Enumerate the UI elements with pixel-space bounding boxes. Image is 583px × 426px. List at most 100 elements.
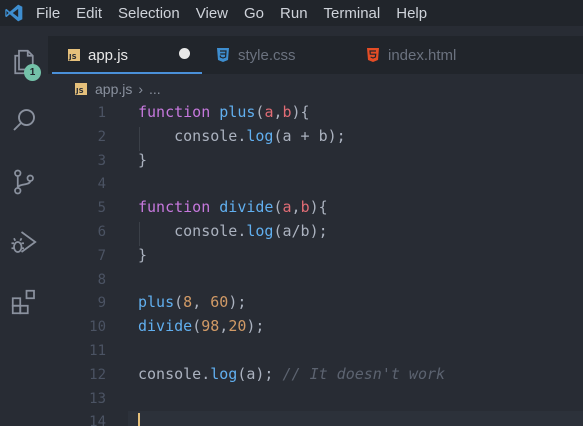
code-text: plus(8, 60); (138, 293, 246, 311)
code-token: divide (219, 198, 274, 217)
line-number: 13 (89, 390, 106, 407)
code-token: b (300, 198, 310, 217)
code-line[interactable]: 7} (48, 245, 583, 269)
code-token: divide (138, 317, 193, 336)
line-number: 5 (97, 200, 106, 217)
html-icon (367, 48, 379, 62)
code-token: 98 (201, 317, 220, 336)
menu-file[interactable]: File (36, 5, 60, 22)
explorer-badge: 1 (24, 64, 41, 81)
code-token: console. (138, 222, 247, 240)
code-line[interactable]: 5 function divide(a,b){ (48, 197, 583, 221)
code-token: , (219, 317, 229, 336)
title-bar: File Edit Selection View Go Run Terminal… (0, 0, 583, 26)
tab-index-html[interactable]: index.html (366, 36, 456, 74)
unsaved-dot-icon[interactable] (179, 48, 190, 59)
breadcrumb-more[interactable]: ... (149, 81, 161, 97)
code-line[interactable]: 1 function plus(a,b){ (48, 102, 583, 126)
code-token: 60 (210, 293, 229, 312)
code-token: plus (138, 293, 175, 312)
code-token: log (246, 126, 274, 145)
menu-selection[interactable]: Selection (118, 5, 180, 22)
code-token: , (273, 103, 283, 121)
code-editor[interactable]: 1 function plus(a,b){2 console.log(a + b)… (48, 102, 583, 426)
code-text: function divide(a,b){ (138, 198, 328, 216)
code-token: ); (228, 293, 247, 312)
line-number: 3 (97, 152, 106, 169)
activity-run-debug[interactable] (0, 218, 48, 266)
code-line[interactable]: 9 plus(8, 60); (48, 292, 583, 316)
line-number: 7 (97, 247, 106, 264)
code-token: console. (138, 126, 247, 145)
search-icon (13, 109, 35, 131)
line-number: 8 (97, 271, 106, 288)
code-token: log (210, 364, 238, 383)
code-line[interactable]: 6 console.log(a/b); (48, 221, 583, 245)
code-token: ){ (309, 198, 328, 217)
tab-label: index.html (388, 46, 457, 64)
code-token: , (192, 293, 211, 312)
debug-icon (11, 231, 37, 253)
code-token: 8 (183, 293, 193, 312)
tab-app-js[interactable]: JS app.js (68, 36, 128, 74)
code-token: log (246, 222, 274, 240)
menu-go[interactable]: Go (244, 5, 264, 22)
menu-bar: File Edit Selection View Go Run Terminal… (36, 0, 443, 26)
code-line[interactable]: 4 (48, 173, 583, 197)
code-text: } (138, 246, 147, 264)
code-line[interactable]: 12 console.log(a); // It doesn't work (48, 364, 583, 388)
line-number: 6 (97, 224, 106, 240)
menu-edit[interactable]: Edit (76, 5, 102, 22)
vscode-logo-icon[interactable] (4, 3, 24, 23)
line-number: 2 (97, 128, 106, 145)
tab-label: app.js (88, 46, 129, 64)
active-tab-indicator (52, 72, 202, 74)
line-number: 10 (89, 319, 106, 336)
code-token: (a/b); (273, 222, 328, 240)
activity-search[interactable] (0, 96, 48, 144)
code-token: , (291, 198, 301, 217)
code-line[interactable]: 14 (48, 411, 583, 426)
code-text: divide(98,20); (138, 317, 264, 335)
menu-terminal[interactable]: Terminal (324, 5, 381, 22)
code-token: ( (192, 317, 202, 336)
code-token: ); (246, 317, 265, 336)
code-line[interactable]: 2 console.log(a + b); (48, 126, 583, 150)
tab-style-css[interactable]: style.css (216, 36, 296, 74)
code-token: ( (174, 293, 184, 312)
editor-tabs: JS app.js style.css index.html (48, 36, 583, 74)
code-token: console. (138, 364, 211, 383)
activity-source-control[interactable] (0, 158, 48, 206)
menu-help[interactable]: Help (396, 5, 427, 22)
js-icon: JS (75, 83, 87, 95)
js-icon: JS (68, 49, 80, 61)
code-line[interactable]: 3} (48, 150, 583, 174)
source-control-icon (14, 169, 34, 195)
code-token: (a + b); (273, 126, 346, 145)
code-token: 20 (228, 317, 247, 336)
activity-explorer[interactable] (0, 38, 48, 86)
activity-extensions[interactable] (0, 278, 48, 326)
code-token: function (138, 103, 211, 121)
code-line[interactable]: 11 (48, 340, 583, 364)
code-text: function plus(a,b){ (138, 103, 310, 121)
breadcrumb-file[interactable]: app.js (95, 81, 132, 97)
menu-run[interactable]: Run (280, 5, 308, 22)
text-cursor (138, 413, 140, 426)
code-line[interactable]: 10 divide(98,20); (48, 316, 583, 340)
code-token: } (138, 150, 148, 169)
code-token: // It doesn't work (282, 364, 446, 383)
code-text: console.log(a); // It doesn't work (138, 365, 445, 383)
code-line[interactable]: 13 (48, 388, 583, 412)
code-token: ( (273, 198, 283, 217)
line-number: 9 (97, 295, 106, 312)
code-line[interactable]: 8 (48, 269, 583, 293)
code-text: console.log(a/b); (138, 222, 328, 240)
menu-view[interactable]: View (196, 5, 228, 22)
breadcrumb: JS app.js › ... (75, 80, 161, 98)
extensions-icon (11, 289, 35, 315)
code-text: } (138, 151, 147, 169)
code-token: } (138, 245, 148, 264)
line-number: 11 (89, 343, 106, 359)
